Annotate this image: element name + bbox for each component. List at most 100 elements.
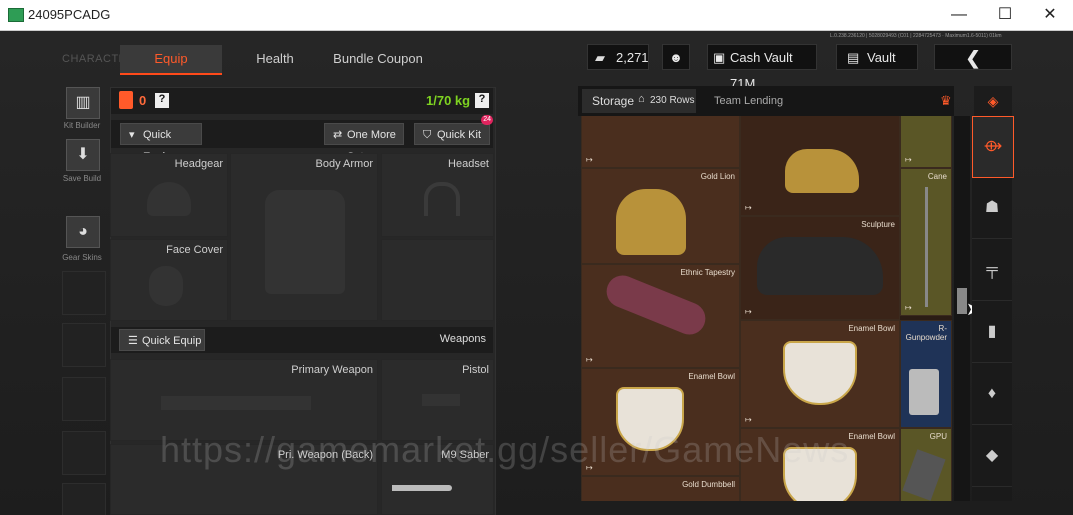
weapons-label: Weapons xyxy=(439,333,486,345)
headset-label: Headset xyxy=(448,158,489,170)
help-icon[interactable]: ? xyxy=(155,93,169,108)
quick-equip-weapons-button[interactable]: ☰ Quick Equip xyxy=(119,329,205,351)
save-build-button[interactable]: ⬇ xyxy=(66,139,100,171)
gear-skins-label: Gear Skins xyxy=(62,253,102,262)
rifle-silhouette-icon xyxy=(161,396,311,410)
shield-icon: ⛉ xyxy=(423,129,432,141)
empty-slot xyxy=(62,323,106,367)
trader-icon[interactable]: ☻ xyxy=(662,44,690,70)
gear-icon: ☗ xyxy=(984,199,1000,216)
category-ammo[interactable]: ▮ xyxy=(972,302,1012,363)
item-link-icon: ↦ xyxy=(905,303,912,312)
armor-count: 0 xyxy=(139,93,147,108)
mask-silhouette-icon xyxy=(149,266,183,306)
item-link-icon: ↦ xyxy=(586,155,593,164)
body-armor-label: Body Armor xyxy=(315,158,373,170)
kit-builder-button[interactable]: ▥ xyxy=(66,87,100,119)
weight-help-icon[interactable]: ? xyxy=(475,93,489,108)
item-label: Cane xyxy=(927,172,947,181)
quick-kit-badge: 24 xyxy=(481,115,493,125)
inventory-item[interactable]: ↦ xyxy=(900,116,952,168)
item-label: Gold Dumbbell xyxy=(682,480,735,489)
one-more-set-button[interactable]: ⇄ One More Set xyxy=(324,123,404,163)
empty-gear-slot xyxy=(381,239,494,321)
helmet-silhouette-icon xyxy=(147,182,191,216)
item-label: Gold Lion xyxy=(700,172,735,181)
knife-icon xyxy=(392,485,452,491)
layers-icon[interactable]: ◈ xyxy=(974,86,1012,116)
team-lending-tab[interactable]: Team Lending xyxy=(714,95,783,107)
pistol-label: Pistol xyxy=(462,364,489,376)
inventory-item-ethnic-tapestry[interactable]: Ethnic Tapestry ↦ xyxy=(581,264,740,368)
kit-builder-label: Kit Builder xyxy=(63,121,101,130)
face-cover-label: Face Cover xyxy=(166,244,223,256)
cash-vault-button[interactable]: ▣ Cash Vault 71M xyxy=(707,44,817,91)
item-label: Enamel Bowl xyxy=(688,372,735,381)
gpu-image xyxy=(902,449,946,501)
quick-equip-button[interactable]: ▾ Quick Equip xyxy=(120,123,202,163)
item-label: Enamel Bowl xyxy=(848,324,895,333)
tab-equip[interactable]: Equip xyxy=(120,45,222,75)
watermark-text: https://gamemarket.gg/seller/GameNews xyxy=(160,429,850,470)
item-link-icon: ↦ xyxy=(905,155,912,164)
maximize-button[interactable]: ☐ xyxy=(982,0,1028,30)
storage-rows: 230 Rows xyxy=(650,95,695,106)
download-icon: ⬇ xyxy=(76,146,90,163)
inventory-item[interactable]: ↦ xyxy=(740,116,900,216)
primary-weapon-label: Primary Weapon xyxy=(291,364,373,376)
gold-lion-image xyxy=(785,149,859,193)
currency-value: 2,271 xyxy=(616,50,649,65)
tab-bundle-coupon[interactable]: Bundle Coupon xyxy=(328,45,428,73)
vault-button[interactable]: ▤ Vault xyxy=(836,44,918,70)
storage-tab[interactable]: Storage ⌂ 230 Rows xyxy=(582,89,696,113)
inventory-item-gpu[interactable]: GPU xyxy=(900,428,952,501)
cash-vault-icon: ▣ xyxy=(713,50,726,65)
magazine-icon: ▮ xyxy=(987,323,997,340)
shirt-icon: ▾ xyxy=(129,129,135,141)
item-link-icon: ↦ xyxy=(745,307,752,316)
close-button[interactable]: ✕ xyxy=(1027,0,1073,30)
bottle-icon: ♦ xyxy=(987,385,997,402)
weapons-header: ☰ Quick Equip Weapons xyxy=(111,327,493,353)
category-consumables[interactable]: ♦ xyxy=(972,364,1012,425)
quick-kit-button[interactable]: ⛉ Quick Kit 24 xyxy=(414,115,493,145)
window-title: 24095PCADG xyxy=(28,7,111,22)
repeat-icon: ⇄ xyxy=(333,129,343,141)
minimize-button[interactable]: — xyxy=(936,0,982,30)
misc-icon: ◆ xyxy=(985,447,999,464)
category-misc[interactable]: ◆ xyxy=(972,426,1012,487)
inventory-item[interactable]: ↦ xyxy=(581,116,740,168)
home-icon: ⌂ xyxy=(638,93,645,105)
rifle-icon: ╤ xyxy=(986,261,998,278)
headset-slot[interactable]: Headset xyxy=(381,153,494,237)
category-bar: ⟴ ☗ ╤ ▮ ♦ ◆ xyxy=(972,116,1014,501)
storage-header: Storage ⌂ 230 Rows Team Lending ♛ xyxy=(578,86,954,116)
headgear-label: Headgear xyxy=(174,158,223,170)
inventory-item-gold-lion[interactable]: Gold Lion xyxy=(581,168,740,264)
vest-silhouette-icon xyxy=(265,190,345,294)
inventory-item-r-gunpowder[interactable]: R-Gunpowder xyxy=(900,320,952,428)
version-info: L.0.238.236120 | 5028029493 (C01 | 22847… xyxy=(830,33,1002,39)
category-weapons[interactable]: ╤ xyxy=(972,240,1012,301)
inventory-item-cane[interactable]: Cane ↦ xyxy=(900,168,952,316)
headgear-slot[interactable]: Headgear xyxy=(110,153,228,237)
back-button[interactable]: ❮ xyxy=(934,44,1012,70)
tab-health[interactable]: Health xyxy=(232,45,318,73)
list-icon: ☰ xyxy=(128,335,138,347)
headset-silhouette-icon xyxy=(424,182,460,216)
game-window: CHARACTER Equip Health Bundle Coupon ▰ 2… xyxy=(0,31,1073,515)
inventory-item-enamel-bowl[interactable]: Enamel Bowl ↦ xyxy=(740,320,900,428)
body-armor-slot[interactable]: Body Armor xyxy=(230,153,378,321)
helmet-icon: ◕ xyxy=(78,223,88,240)
category-gear[interactable]: ☗ xyxy=(972,178,1012,239)
inventory-item-sculpture[interactable]: Sculpture ↦ xyxy=(740,216,900,320)
gear-skins-button[interactable]: ◕ xyxy=(66,216,100,248)
window-titlebar: 24095PCADG — ☐ ✕ xyxy=(0,0,1073,31)
face-cover-slot[interactable]: Face Cover xyxy=(110,239,228,321)
item-label: Enamel Bowl xyxy=(848,432,895,441)
sort-icon[interactable]: ♛ xyxy=(940,93,952,109)
gold-lion-image xyxy=(616,189,686,255)
category-all[interactable]: ⟴ xyxy=(972,116,1014,178)
inventory-item-gold-dumbbell[interactable]: Gold Dumbbell xyxy=(581,476,740,501)
save-build-label: Save Build xyxy=(62,174,102,183)
